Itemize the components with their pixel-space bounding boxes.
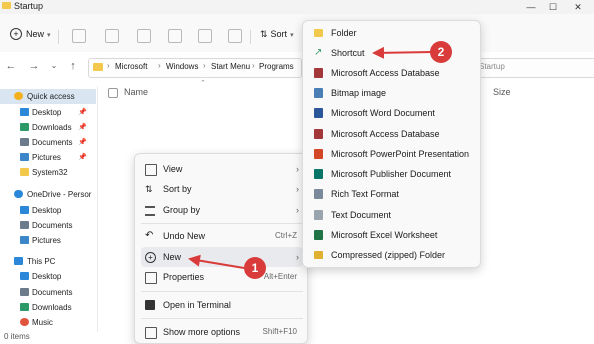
annotation-layer — [188, 46, 433, 269]
step-badge-2: 2 — [430, 41, 452, 63]
annotation-arrow-2 — [372, 46, 433, 59]
annotation-arrow-1 — [188, 254, 245, 269]
step-badge-1: 1 — [244, 257, 266, 279]
